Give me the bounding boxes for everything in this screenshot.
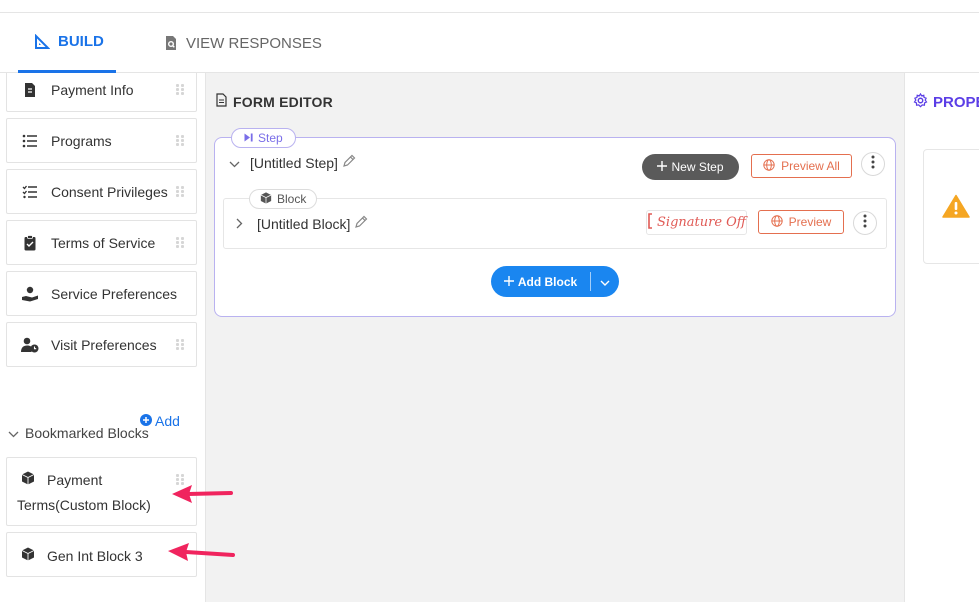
top-bar — [0, 0, 979, 13]
signature-toggle[interactable]: Signature Off — [646, 210, 747, 235]
drag-handle-icon[interactable] — [176, 83, 184, 96]
step-header: [Untitled Step] — [229, 154, 356, 171]
warning-icon — [942, 194, 970, 223]
bookmarked-block-line1: Gen Int Block 3 — [47, 547, 143, 564]
chevron-right-icon[interactable] — [236, 216, 243, 232]
drag-handle-icon[interactable] — [176, 134, 184, 147]
sidebar-item-label: Visit Preferences — [51, 336, 157, 353]
more-vertical-icon — [863, 214, 867, 233]
block-pill-label: Block — [277, 192, 307, 206]
step-pill: Step — [231, 128, 296, 148]
properties-title-text: PROPERTIES — [933, 94, 979, 111]
plus-icon — [657, 160, 668, 174]
sidebar-item-label: Terms of Service — [51, 234, 156, 251]
sidebar-item-consent-privileges[interactable]: Consent Privileges — [6, 169, 197, 214]
annotation-arrow-icon — [168, 543, 235, 561]
clipboard-icon — [21, 234, 39, 252]
bookmarked-blocks-title: Bookmarked Blocks — [25, 425, 149, 441]
sidebar-item-service-preferences[interactable]: Service Preferences — [6, 271, 197, 316]
sidebar: Payment Info Programs Consent Privileges… — [0, 73, 206, 602]
step-more-button[interactable] — [861, 152, 885, 176]
block-header: [Untitled Block] — [236, 215, 368, 232]
user-clock-icon — [21, 336, 39, 354]
file-search-icon — [164, 35, 178, 51]
globe-icon — [763, 158, 775, 174]
signature-label: Signature Off — [657, 215, 747, 230]
new-step-label: New Step — [671, 160, 724, 174]
sidebar-item-visit-preferences[interactable]: Visit Preferences — [6, 322, 197, 367]
form-editor-panel: FORM EDITOR Step [Untitled Step] New Ste… — [206, 73, 904, 602]
sidebar-item-label: Consent Privileges — [51, 183, 168, 200]
step-name: [Untitled Step] — [250, 154, 338, 171]
signature-bracket-icon — [647, 212, 653, 233]
list-icon — [21, 132, 39, 150]
sidebar-item-payment-info[interactable]: Payment Info — [6, 73, 197, 112]
preview-button[interactable]: Preview — [758, 210, 844, 234]
tab-view-responses-label: VIEW RESPONSES — [186, 34, 322, 52]
ruler-icon — [34, 33, 50, 50]
add-block-main[interactable]: Add Block — [491, 272, 591, 291]
preview-all-button[interactable]: Preview All — [751, 154, 852, 178]
chevron-down-icon — [8, 425, 19, 441]
add-block-label: Add Block — [517, 274, 578, 289]
form-editor-title-text: FORM EDITOR — [233, 93, 333, 110]
hand-user-icon — [21, 285, 39, 303]
sidebar-item-terms-of-service[interactable]: Terms of Service — [6, 220, 197, 265]
block-name: [Untitled Block] — [257, 215, 351, 232]
cube-icon — [21, 471, 35, 488]
annotation-arrow-icon — [172, 485, 233, 503]
block-more-button[interactable] — [853, 211, 877, 235]
new-step-button[interactable]: New Step — [642, 154, 739, 180]
tab-view-responses[interactable]: VIEW RESPONSES — [164, 13, 322, 73]
drag-handle-icon[interactable] — [176, 338, 184, 351]
properties-panel: PROPERTIES — [904, 73, 979, 602]
preview-all-label: Preview All — [781, 159, 840, 173]
sidebar-item-label: Service Preferences — [51, 285, 178, 302]
step-pill-label: Step — [258, 131, 283, 145]
block-pill: Block — [249, 189, 318, 209]
chevron-down-icon — [600, 275, 610, 289]
properties-title: PROPERTIES — [913, 92, 979, 112]
bookmarked-blocks-toggle[interactable]: Bookmarked Blocks — [8, 425, 149, 441]
plus-icon — [503, 275, 514, 289]
sidebar-item-label: Payment Info — [51, 81, 134, 98]
bookmarked-block-line2: Terms(Custom Block) — [17, 497, 151, 513]
step-card: Step [Untitled Step] New Step Preview Al… — [214, 128, 896, 317]
pencil-icon[interactable] — [354, 215, 368, 232]
document-dollar-icon — [21, 81, 39, 99]
checklist-icon — [21, 183, 39, 201]
add-bookmark-label: Add — [155, 413, 180, 429]
step-forward-icon — [244, 131, 253, 145]
sidebar-item-label: Programs — [51, 132, 112, 149]
cube-icon — [21, 547, 35, 564]
add-block-button[interactable]: Add Block — [491, 266, 619, 297]
tab-build[interactable]: BUILD — [18, 13, 116, 73]
cube-icon — [260, 191, 272, 207]
tab-build-label: BUILD — [58, 33, 104, 50]
bookmarked-block-line1: Payment — [47, 471, 103, 488]
sidebar-item-programs[interactable]: Programs — [6, 118, 197, 163]
pencil-icon[interactable] — [342, 154, 356, 171]
globe-icon — [770, 214, 783, 230]
chevron-down-icon[interactable] — [229, 155, 240, 171]
properties-card — [923, 149, 979, 264]
add-block-dropdown[interactable] — [591, 275, 619, 289]
more-vertical-icon — [871, 155, 875, 174]
drag-handle-icon[interactable] — [176, 236, 184, 249]
tab-bar: BUILD VIEW RESPONSES — [0, 13, 979, 73]
preview-label: Preview — [788, 215, 832, 229]
document-icon — [216, 93, 227, 110]
gear-icon — [913, 92, 928, 112]
form-editor-title: FORM EDITOR — [216, 93, 333, 110]
block-card: Block [Untitled Block] Signature Off Pre… — [223, 189, 887, 249]
drag-handle-icon[interactable] — [176, 185, 184, 198]
